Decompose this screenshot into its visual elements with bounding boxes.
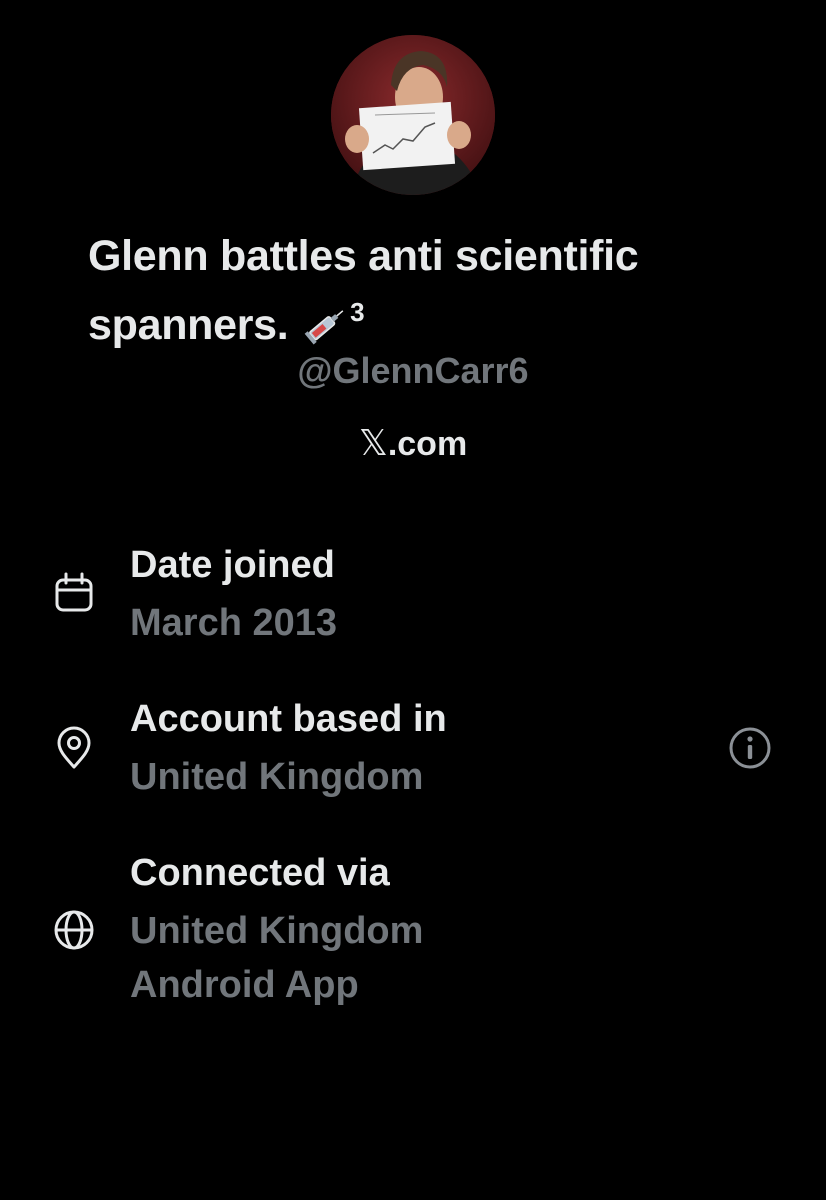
display-name: Glenn battles anti scientific spanners. … <box>88 228 788 353</box>
date-joined-value: March 2013 <box>130 602 338 644</box>
superscript-count: 3 <box>350 297 365 327</box>
profile-avatar[interactable] <box>331 35 495 195</box>
syringe-icon <box>304 303 348 345</box>
account-based-in-label: Account based in <box>130 698 447 740</box>
site-label: 𝕏.com <box>0 423 826 464</box>
account-based-in-value: United Kingdom <box>130 756 424 798</box>
globe-icon <box>52 908 96 952</box>
connected-via-app: Android App <box>130 964 359 1006</box>
username-handle[interactable]: @GlennCarr6 <box>0 350 826 392</box>
info-icon[interactable] <box>728 726 772 770</box>
calendar-icon <box>52 570 96 614</box>
x-logo-icon: 𝕏 <box>358 423 388 464</box>
connected-via-country: United Kingdom <box>130 910 424 952</box>
display-name-text: Glenn battles anti scientific spanners. <box>88 232 651 349</box>
site-domain: .com <box>387 425 468 463</box>
location-pin-icon <box>52 726 96 770</box>
date-joined-label: Date joined <box>130 544 335 586</box>
avatar-image <box>331 35 495 195</box>
connected-via-label: Connected via <box>130 852 390 894</box>
